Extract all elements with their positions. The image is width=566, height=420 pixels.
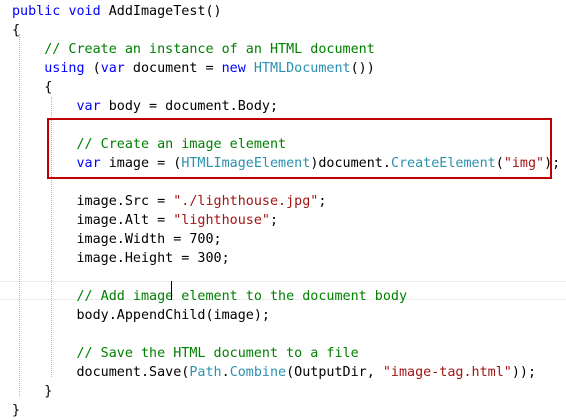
code-token: var (76, 99, 101, 114)
code-line[interactable]: // Create an image element (12, 135, 287, 154)
code-token: HTMLImageElement (181, 156, 311, 171)
code-line[interactable]: image.Width = 700; (12, 230, 222, 249)
code-token: image.Alt = (12, 213, 174, 228)
code-token: )document. (310, 156, 391, 171)
code-line[interactable]: image.Height = 300; (12, 249, 230, 268)
code-line[interactable]: { (12, 78, 52, 97)
code-token: HTMLDocument (253, 61, 351, 76)
code-token: } (12, 384, 53, 399)
code-token: ; (318, 194, 327, 209)
code-line[interactable]: { (12, 21, 20, 40)
code-line[interactable]: } (12, 401, 20, 420)
code-token: // Save the HTML document to a file (76, 346, 359, 361)
code-token: var (76, 156, 101, 171)
code-token: image.Height = 300; (12, 251, 230, 266)
code-token: public (12, 4, 61, 19)
code-token: { (12, 23, 21, 38)
text-caret (171, 281, 172, 300)
code-line[interactable]: public void AddImageTest() (12, 2, 222, 21)
code-token: "lighthouse" (173, 213, 270, 228)
code-token: AddImageTest() (100, 4, 222, 19)
code-token: body = document.Body; (100, 99, 279, 114)
code-token: image.Width = 700; (12, 232, 222, 247)
code-token: void (68, 4, 101, 19)
code-line[interactable]: image.Src = "./lighthouse.jpg"; (12, 192, 326, 211)
code-token: image = ( (100, 156, 182, 171)
code-line[interactable]: var body = document.Body; (12, 97, 279, 116)
code-token: image.Src = (12, 194, 174, 209)
code-token: { (12, 80, 53, 95)
code-token: ); (544, 156, 561, 171)
code-line[interactable]: } (12, 382, 52, 401)
code-token: document = (124, 61, 222, 76)
code-line[interactable]: body.AppendChild(image); (12, 306, 270, 325)
code-token: ()) (350, 61, 375, 76)
code-editor[interactable]: public void AddImageTest() { // Create an… (0, 0, 566, 418)
code-token: } (12, 403, 21, 418)
code-token: body.AppendChild(image); (12, 308, 270, 323)
code-token: )); (511, 365, 537, 380)
code-token: Path (189, 365, 222, 380)
code-token: CreateElement (390, 156, 496, 171)
code-line[interactable]: var image = (HTMLImageElement)document.C… (12, 154, 561, 173)
code-line[interactable]: // Create an instance of an HTML documen… (12, 40, 375, 59)
code-token: new (221, 61, 246, 76)
code-token: "img" (503, 156, 545, 171)
code-token: (OutputDir, (286, 365, 383, 380)
code-token: document.Save( (12, 365, 190, 380)
code-token: ; (270, 213, 279, 228)
code-token: // Create an image element (76, 137, 287, 152)
code-token: // Create an instance of an HTML documen… (44, 42, 375, 57)
code-line[interactable]: document.Save(Path.Combine(OutputDir, "i… (12, 363, 536, 382)
code-token: . (221, 365, 230, 380)
code-token: ( (84, 61, 101, 76)
code-token: "./lighthouse.jpg" (173, 194, 319, 209)
code-line[interactable]: image.Alt = "lighthouse"; (12, 211, 278, 230)
code-token: "image-tag.html" (382, 365, 512, 380)
code-token: Combine (229, 365, 287, 380)
code-line[interactable]: // Save the HTML document to a file (12, 344, 359, 363)
code-line[interactable]: using (var document = new HTMLDocument()… (12, 59, 375, 78)
code-token: using (44, 61, 85, 76)
code-token: ( (495, 156, 504, 171)
code-token: // Add image element to the document bod… (76, 289, 408, 304)
code-token: var (100, 61, 125, 76)
code-line[interactable]: // Add image element to the document bod… (12, 287, 408, 306)
